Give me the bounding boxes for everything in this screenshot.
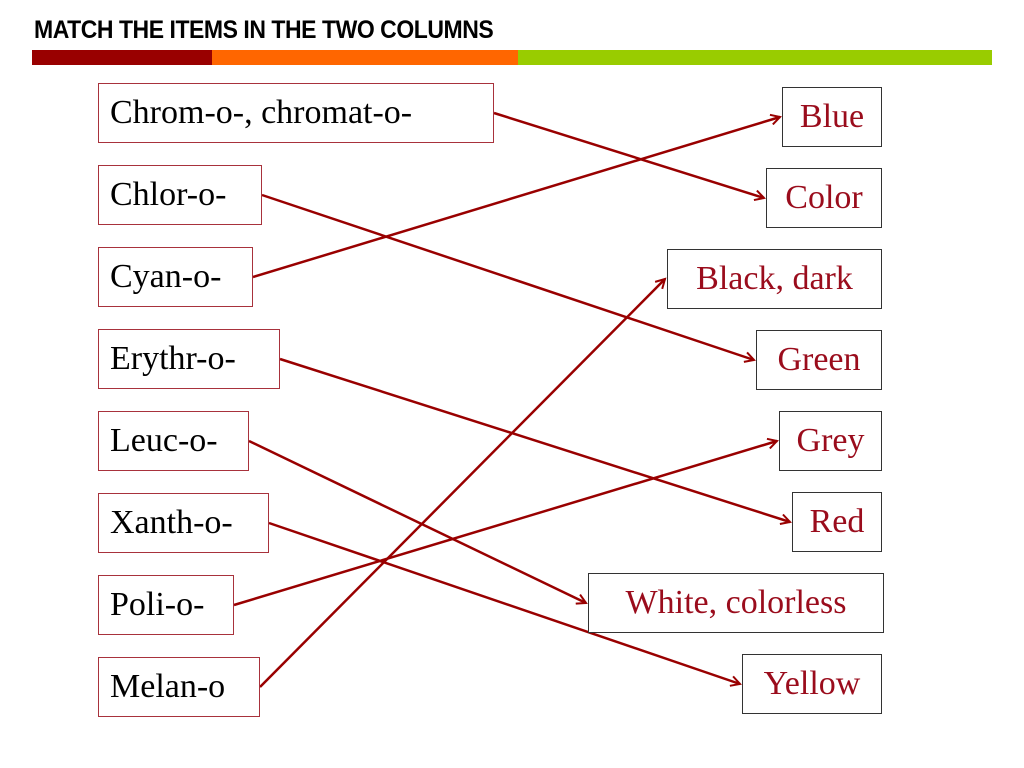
right-item-label: Red [809, 503, 865, 540]
match-arrow [279, 357, 790, 522]
right-item-yellow[interactable]: Yellow [742, 654, 882, 714]
left-item-label: Melan-o [110, 668, 226, 705]
right-item-label: Black, dark [696, 260, 853, 297]
right-item-blue[interactable]: Blue [782, 87, 882, 147]
left-item-erythr[interactable]: Erythr-o- [98, 329, 280, 389]
right-item-color[interactable]: Color [766, 168, 882, 228]
left-item-xanth[interactable]: Xanth-o- [98, 493, 269, 553]
left-item-leuc[interactable]: Leuc-o- [98, 411, 249, 471]
left-item-chrom[interactable]: Chrom-o-, chromat-o- [98, 83, 494, 143]
right-item-white-colorless[interactable]: White, colorless [588, 573, 884, 633]
right-item-label: White, colorless [625, 584, 847, 621]
right-item-label: Blue [799, 98, 865, 135]
right-item-red[interactable]: Red [792, 492, 882, 552]
match-arrow [493, 111, 764, 198]
left-item-label: Xanth-o- [110, 504, 233, 541]
right-item-label: Yellow [763, 665, 861, 702]
right-item-label: Green [777, 341, 861, 378]
left-item-label: Chlor-o- [110, 176, 227, 213]
left-item-label: Leuc-o- [110, 422, 218, 459]
left-item-label: Erythr-o- [110, 340, 236, 377]
left-item-label: Chrom-o-, chromat-o- [110, 94, 413, 131]
right-item-grey[interactable]: Grey [779, 411, 882, 471]
right-item-label: Color [785, 179, 863, 216]
left-item-cyan[interactable]: Cyan-o- [98, 247, 253, 307]
match-arrow [248, 439, 586, 603]
right-item-label: Grey [796, 422, 865, 459]
left-item-melan[interactable]: Melan-o [98, 657, 260, 717]
right-item-green[interactable]: Green [756, 330, 882, 390]
left-item-label: Cyan-o- [110, 258, 222, 295]
right-item-black-dark[interactable]: Black, dark [667, 249, 882, 309]
left-item-chlor[interactable]: Chlor-o- [98, 165, 262, 225]
left-item-label: Poli-o- [110, 586, 205, 623]
left-item-poli[interactable]: Poli-o- [98, 575, 234, 635]
